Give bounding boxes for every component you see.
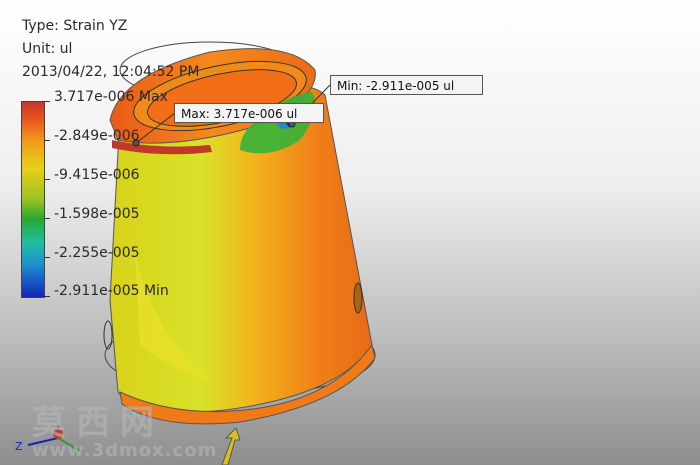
result-type-label: Type: Strain YZ [22, 18, 128, 34]
legend-label: -2.255e-005 [54, 245, 140, 261]
watermark-url: www.3dmox.com [32, 440, 218, 461]
legend-tick [44, 296, 50, 297]
side-hole-left [103, 320, 113, 350]
max-probe-label[interactable]: Max: 3.717e-006 ul [174, 103, 324, 123]
side-hole [353, 282, 363, 314]
result-unit-label: Unit: ul [22, 41, 73, 57]
result-timestamp: 2013/04/22, 12:04:52 PM [22, 64, 200, 80]
legend-tick [44, 257, 50, 258]
legend-tick [44, 218, 50, 219]
min-probe-label[interactable]: Min: -2.911e-005 ul [330, 75, 483, 95]
legend-label-min: -2.911e-005 Min [54, 283, 169, 299]
legend-color-bar [21, 101, 45, 298]
legend-tick [44, 101, 50, 102]
axis-z-label: Z [15, 440, 23, 453]
legend-tick [44, 140, 50, 141]
legend-label-max: 3.717e-006 Max [54, 89, 168, 105]
watermark-text: 莫西网 [32, 403, 164, 443]
legend-label: -9.415e-006 [54, 167, 140, 183]
legend-label: -1.598e-005 [54, 206, 140, 222]
legend-label: -2.849e-006 [54, 128, 140, 144]
legend-tick [44, 179, 50, 180]
load-arrow-icon [221, 427, 241, 465]
